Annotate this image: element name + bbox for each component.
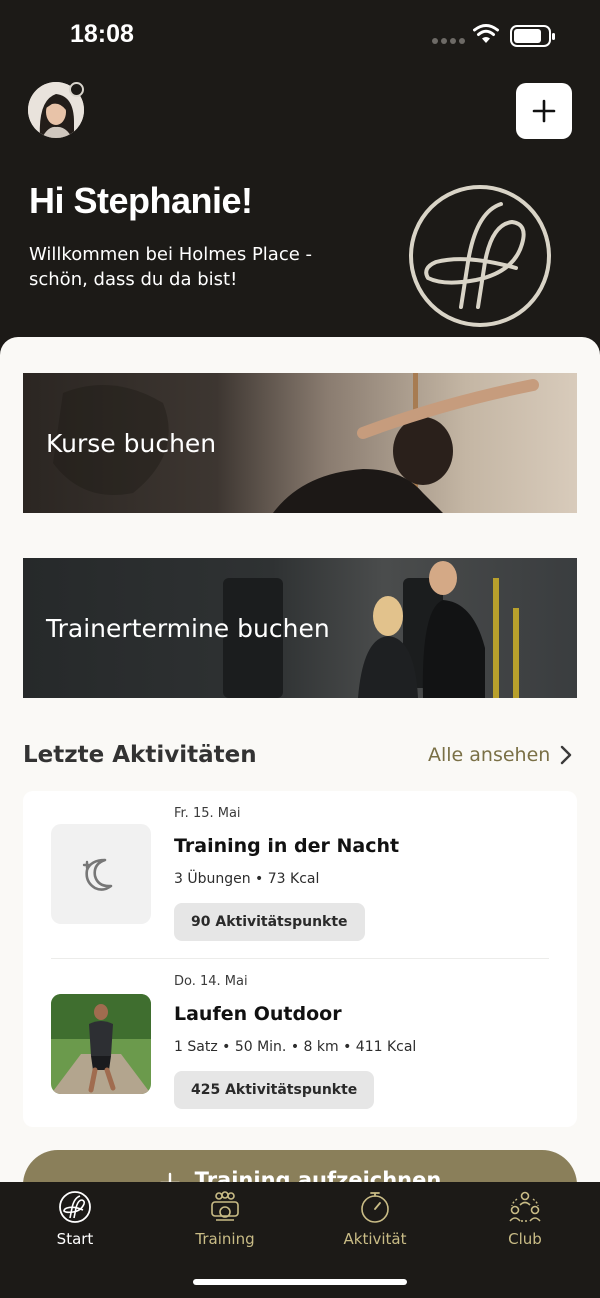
activity-thumbnail bbox=[51, 824, 151, 924]
greeting-heading: Hi Stephanie! bbox=[29, 180, 253, 221]
moon-plus-icon bbox=[82, 858, 113, 891]
activity-date: Do. 14. Mai bbox=[174, 974, 248, 989]
cellular-signal-icon bbox=[432, 38, 465, 44]
tab-label: Training bbox=[195, 1230, 255, 1248]
battery-icon bbox=[510, 25, 555, 47]
activity-title: Laufen Outdoor bbox=[174, 1003, 342, 1025]
activity-item[interactable]: Do. 14. Mai Laufen Outdoor 1 Satz • 50 M… bbox=[23, 959, 577, 1127]
activity-thumbnail bbox=[51, 994, 151, 1094]
book-classes-label: Kurse buchen bbox=[46, 429, 217, 458]
book-classes-banner[interactable]: Kurse buchen bbox=[23, 373, 577, 513]
add-button[interactable] bbox=[516, 83, 572, 139]
wifi-icon bbox=[473, 24, 499, 43]
stopwatch-icon bbox=[361, 1192, 389, 1223]
runner-photo bbox=[51, 994, 151, 1094]
content-sheet: Kurse buchen Trainertermine buchen Letzt… bbox=[0, 337, 600, 1298]
activity-meta: 1 Satz • 50 Min. • 8 km • 411 Kcal bbox=[174, 1039, 417, 1055]
book-trainer-banner[interactable]: Trainertermine buchen bbox=[23, 558, 577, 698]
community-icon bbox=[509, 1191, 541, 1222]
chevron-right-icon bbox=[561, 745, 572, 765]
see-all-label: Alle ansehen bbox=[428, 744, 551, 766]
book-trainer-label: Trainertermine buchen bbox=[46, 614, 330, 643]
activity-item[interactable]: Fr. 15. Mai Training in der Nacht 3 Übun… bbox=[23, 791, 577, 959]
activity-date: Fr. 15. Mai bbox=[174, 806, 241, 821]
activities-card: Fr. 15. Mai Training in der Nacht 3 Übun… bbox=[23, 791, 577, 1127]
tab-label: Start bbox=[56, 1230, 94, 1248]
activity-meta: 3 Übungen • 73 Kcal bbox=[174, 871, 320, 887]
status-time: 18:08 bbox=[70, 20, 134, 48]
tab-aktivitaet[interactable]: Aktivität bbox=[315, 1190, 435, 1248]
tab-label: Aktivität bbox=[343, 1230, 407, 1248]
activity-title: Training in der Nacht bbox=[174, 835, 400, 857]
recent-activities-title: Letzte Aktivitäten bbox=[23, 742, 257, 768]
tab-club[interactable]: Club bbox=[465, 1190, 585, 1248]
activity-points-badge: 425 Aktivitätspunkte bbox=[174, 1071, 375, 1109]
brand-logo-icon bbox=[59, 1191, 91, 1223]
tab-start[interactable]: Start bbox=[15, 1190, 135, 1248]
home-indicator bbox=[193, 1279, 407, 1285]
holmes-place-logo bbox=[409, 185, 551, 327]
activity-points-badge: 90 Aktivitätspunkte bbox=[174, 903, 365, 941]
tab-training[interactable]: Training bbox=[165, 1190, 285, 1248]
see-all-link[interactable]: Alle ansehen bbox=[428, 744, 572, 766]
status-bar: 18:08 bbox=[0, 0, 600, 70]
tab-label: Club bbox=[508, 1230, 542, 1248]
plus-icon bbox=[532, 99, 556, 123]
training-group-icon bbox=[211, 1191, 239, 1221]
welcome-text: Willkommen bei Holmes Place - schön, das… bbox=[29, 244, 313, 290]
profile-status-badge bbox=[69, 82, 84, 97]
